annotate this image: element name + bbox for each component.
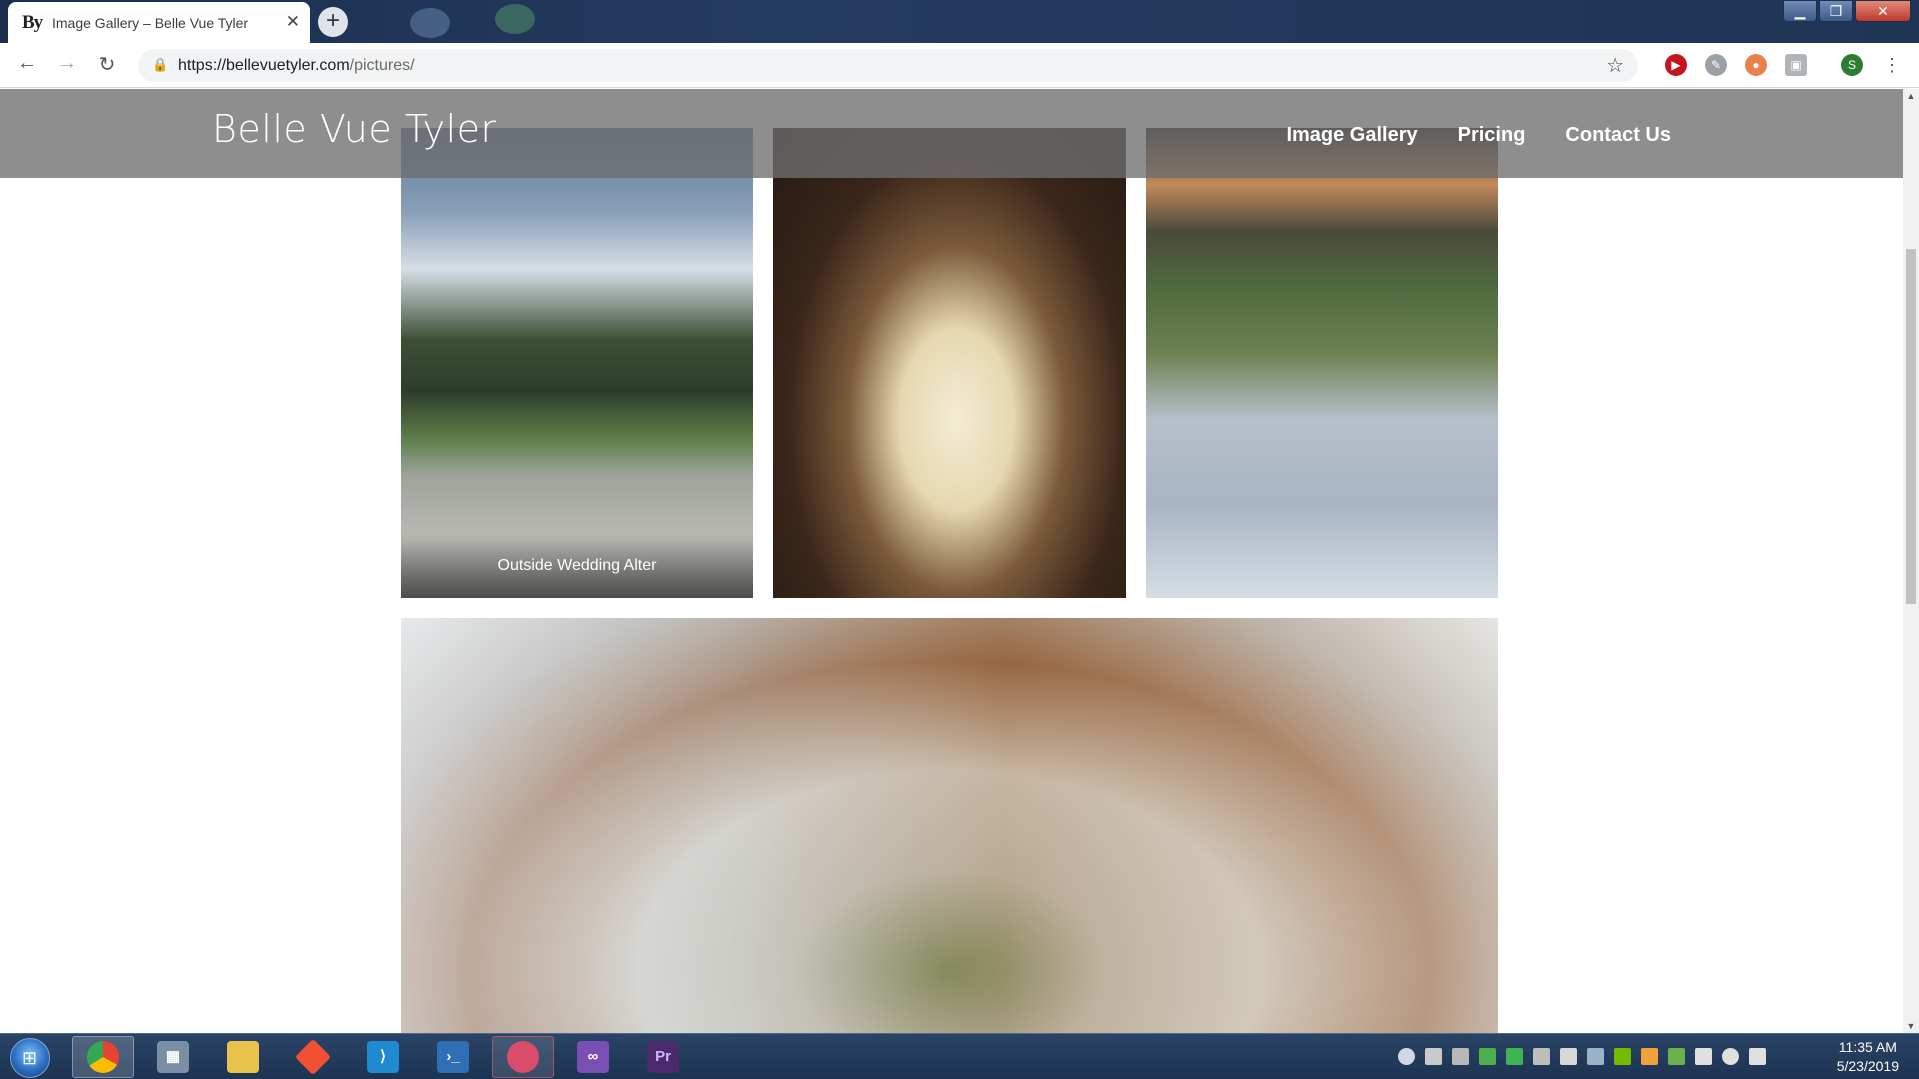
minimize-button[interactable]: ▁ bbox=[1783, 0, 1817, 22]
address-bar[interactable]: 🔒 https://bellevuetyler.com/pictures/ ☆ bbox=[138, 49, 1638, 82]
git-icon bbox=[294, 1038, 332, 1076]
window-controls: ▁ ❐ ✕ bbox=[1783, 0, 1911, 22]
browser-titlebar: By Image Gallery – Belle Vue Tyler ✕ + ▁… bbox=[0, 0, 1919, 43]
tray-app-icon[interactable] bbox=[1506, 1048, 1523, 1065]
web-page: Outside Wedding Alter Belle Vue Tyler Im… bbox=[0, 89, 1903, 1033]
background-decoration bbox=[410, 8, 450, 38]
system-tray bbox=[1398, 1048, 1766, 1065]
gallery-photo-outside-alter[interactable]: Outside Wedding Alter bbox=[401, 128, 753, 598]
nvidia-icon[interactable] bbox=[1614, 1048, 1631, 1065]
onedrive-icon[interactable] bbox=[1398, 1048, 1415, 1065]
maximize-button[interactable]: ❐ bbox=[1819, 0, 1853, 22]
tray-app-icon[interactable] bbox=[1668, 1048, 1685, 1065]
taskbar-app-powershell[interactable]: ›_ bbox=[422, 1036, 484, 1078]
nav-contact-us[interactable]: Contact Us bbox=[1565, 124, 1671, 147]
tab-close-icon[interactable]: ✕ bbox=[286, 12, 300, 32]
gallery-photo-pavilion-chairs[interactable] bbox=[1146, 128, 1498, 598]
extension-honey-icon[interactable]: ● bbox=[1745, 54, 1767, 76]
taskbar-app-explorer[interactable] bbox=[212, 1036, 274, 1078]
visual-studio-icon: ∞ bbox=[577, 1041, 609, 1073]
tray-app-icon[interactable] bbox=[1479, 1048, 1496, 1065]
taskbar-app-visual-studio[interactable]: ∞ bbox=[562, 1036, 624, 1078]
vscode-icon: ⟩ bbox=[367, 1041, 399, 1073]
system-clock[interactable]: 11:35 AM 5/23/2019 bbox=[1837, 1038, 1899, 1076]
background-decoration bbox=[495, 4, 535, 34]
premiere-icon: Pr bbox=[647, 1041, 679, 1073]
extension-briefcase-icon[interactable]: ▣ bbox=[1785, 54, 1807, 76]
close-window-button[interactable]: ✕ bbox=[1855, 0, 1911, 22]
folder-icon bbox=[227, 1041, 259, 1073]
nav-image-gallery[interactable]: Image Gallery bbox=[1286, 124, 1417, 147]
taskbar-app-premiere[interactable]: Pr bbox=[632, 1036, 694, 1078]
scrollbar-thumb[interactable] bbox=[1906, 249, 1916, 604]
taskbar-app-paint[interactable] bbox=[492, 1036, 554, 1078]
clock-date: 5/23/2019 bbox=[1836, 1058, 1899, 1074]
taskbar-app-vscode[interactable]: ⟩ bbox=[352, 1036, 414, 1078]
network-icon[interactable] bbox=[1749, 1048, 1766, 1065]
chrome-icon bbox=[87, 1041, 119, 1073]
scroll-down-icon[interactable]: ▼ bbox=[1903, 1021, 1919, 1031]
tray-app-icon[interactable] bbox=[1641, 1048, 1658, 1065]
scroll-up-icon[interactable]: ▲ bbox=[1903, 91, 1919, 101]
new-tab-button[interactable]: + bbox=[318, 7, 348, 37]
tray-app-icon[interactable] bbox=[1452, 1048, 1469, 1065]
tab-title: Image Gallery – Belle Vue Tyler bbox=[52, 14, 249, 31]
site-header: Belle Vue Tyler Image Gallery Pricing Co… bbox=[0, 89, 1903, 178]
browser-toolbar: ← → ↻ 🔒 https://bellevuetyler.com/pictur… bbox=[0, 43, 1919, 88]
site-nav: Image Gallery Pricing Contact Us bbox=[1286, 124, 1671, 147]
tray-app-icon[interactable] bbox=[1587, 1048, 1604, 1065]
photo-caption: Outside Wedding Alter bbox=[401, 540, 753, 598]
windows-logo-icon: ⊞ bbox=[22, 1048, 38, 1068]
clock-time: 11:35 AM bbox=[1838, 1039, 1897, 1055]
bookmark-star-icon[interactable]: ☆ bbox=[1606, 53, 1624, 78]
url-path: /pictures/ bbox=[349, 57, 415, 74]
power-icon[interactable] bbox=[1695, 1048, 1712, 1065]
volume-icon[interactable] bbox=[1722, 1048, 1739, 1065]
taskbar-app-chrome[interactable] bbox=[72, 1036, 134, 1078]
lock-icon: 🔒 bbox=[152, 57, 169, 72]
taskbar: ⊞ ▦ ⟩ ›_ ∞ Pr 11:35 AM 5/23/2019 bbox=[0, 1033, 1919, 1079]
url-host: https://bellevuetyler.com bbox=[178, 57, 350, 74]
paint-icon bbox=[507, 1041, 539, 1073]
powershell-icon: ›_ bbox=[437, 1041, 469, 1073]
reload-icon[interactable]: ↻ bbox=[94, 52, 120, 77]
url-text[interactable]: https://bellevuetyler.com/pictures/ bbox=[178, 57, 415, 75]
tray-app-icon[interactable] bbox=[1560, 1048, 1577, 1065]
tray-app-icon[interactable] bbox=[1425, 1048, 1442, 1065]
gallery-photo-table-setting[interactable] bbox=[401, 618, 1498, 1033]
page-scrollbar[interactable]: ▲ ▼ bbox=[1903, 89, 1919, 1033]
profile-avatar[interactable]: S bbox=[1841, 54, 1863, 76]
tray-app-icon[interactable] bbox=[1533, 1048, 1550, 1065]
start-button[interactable]: ⊞ bbox=[10, 1038, 50, 1078]
calculator-icon: ▦ bbox=[157, 1041, 189, 1073]
site-title[interactable]: Belle Vue Tyler bbox=[212, 107, 497, 151]
gallery-photo-reception-table[interactable] bbox=[773, 128, 1126, 598]
browser-tab[interactable]: By Image Gallery – Belle Vue Tyler ✕ bbox=[8, 2, 310, 43]
forward-arrow-icon[interactable]: → bbox=[54, 52, 80, 75]
nav-pricing[interactable]: Pricing bbox=[1458, 124, 1526, 147]
site-favicon-icon: By bbox=[22, 11, 43, 33]
browser-menu-icon[interactable]: ⋮ bbox=[1881, 54, 1903, 76]
taskbar-app-calculator[interactable]: ▦ bbox=[142, 1036, 204, 1078]
extension-edit-icon[interactable]: ✎ bbox=[1705, 54, 1727, 76]
extension-youtube-icon[interactable]: ▶ bbox=[1665, 54, 1687, 76]
back-arrow-icon[interactable]: ← bbox=[14, 52, 40, 75]
taskbar-app-git[interactable] bbox=[282, 1036, 344, 1078]
